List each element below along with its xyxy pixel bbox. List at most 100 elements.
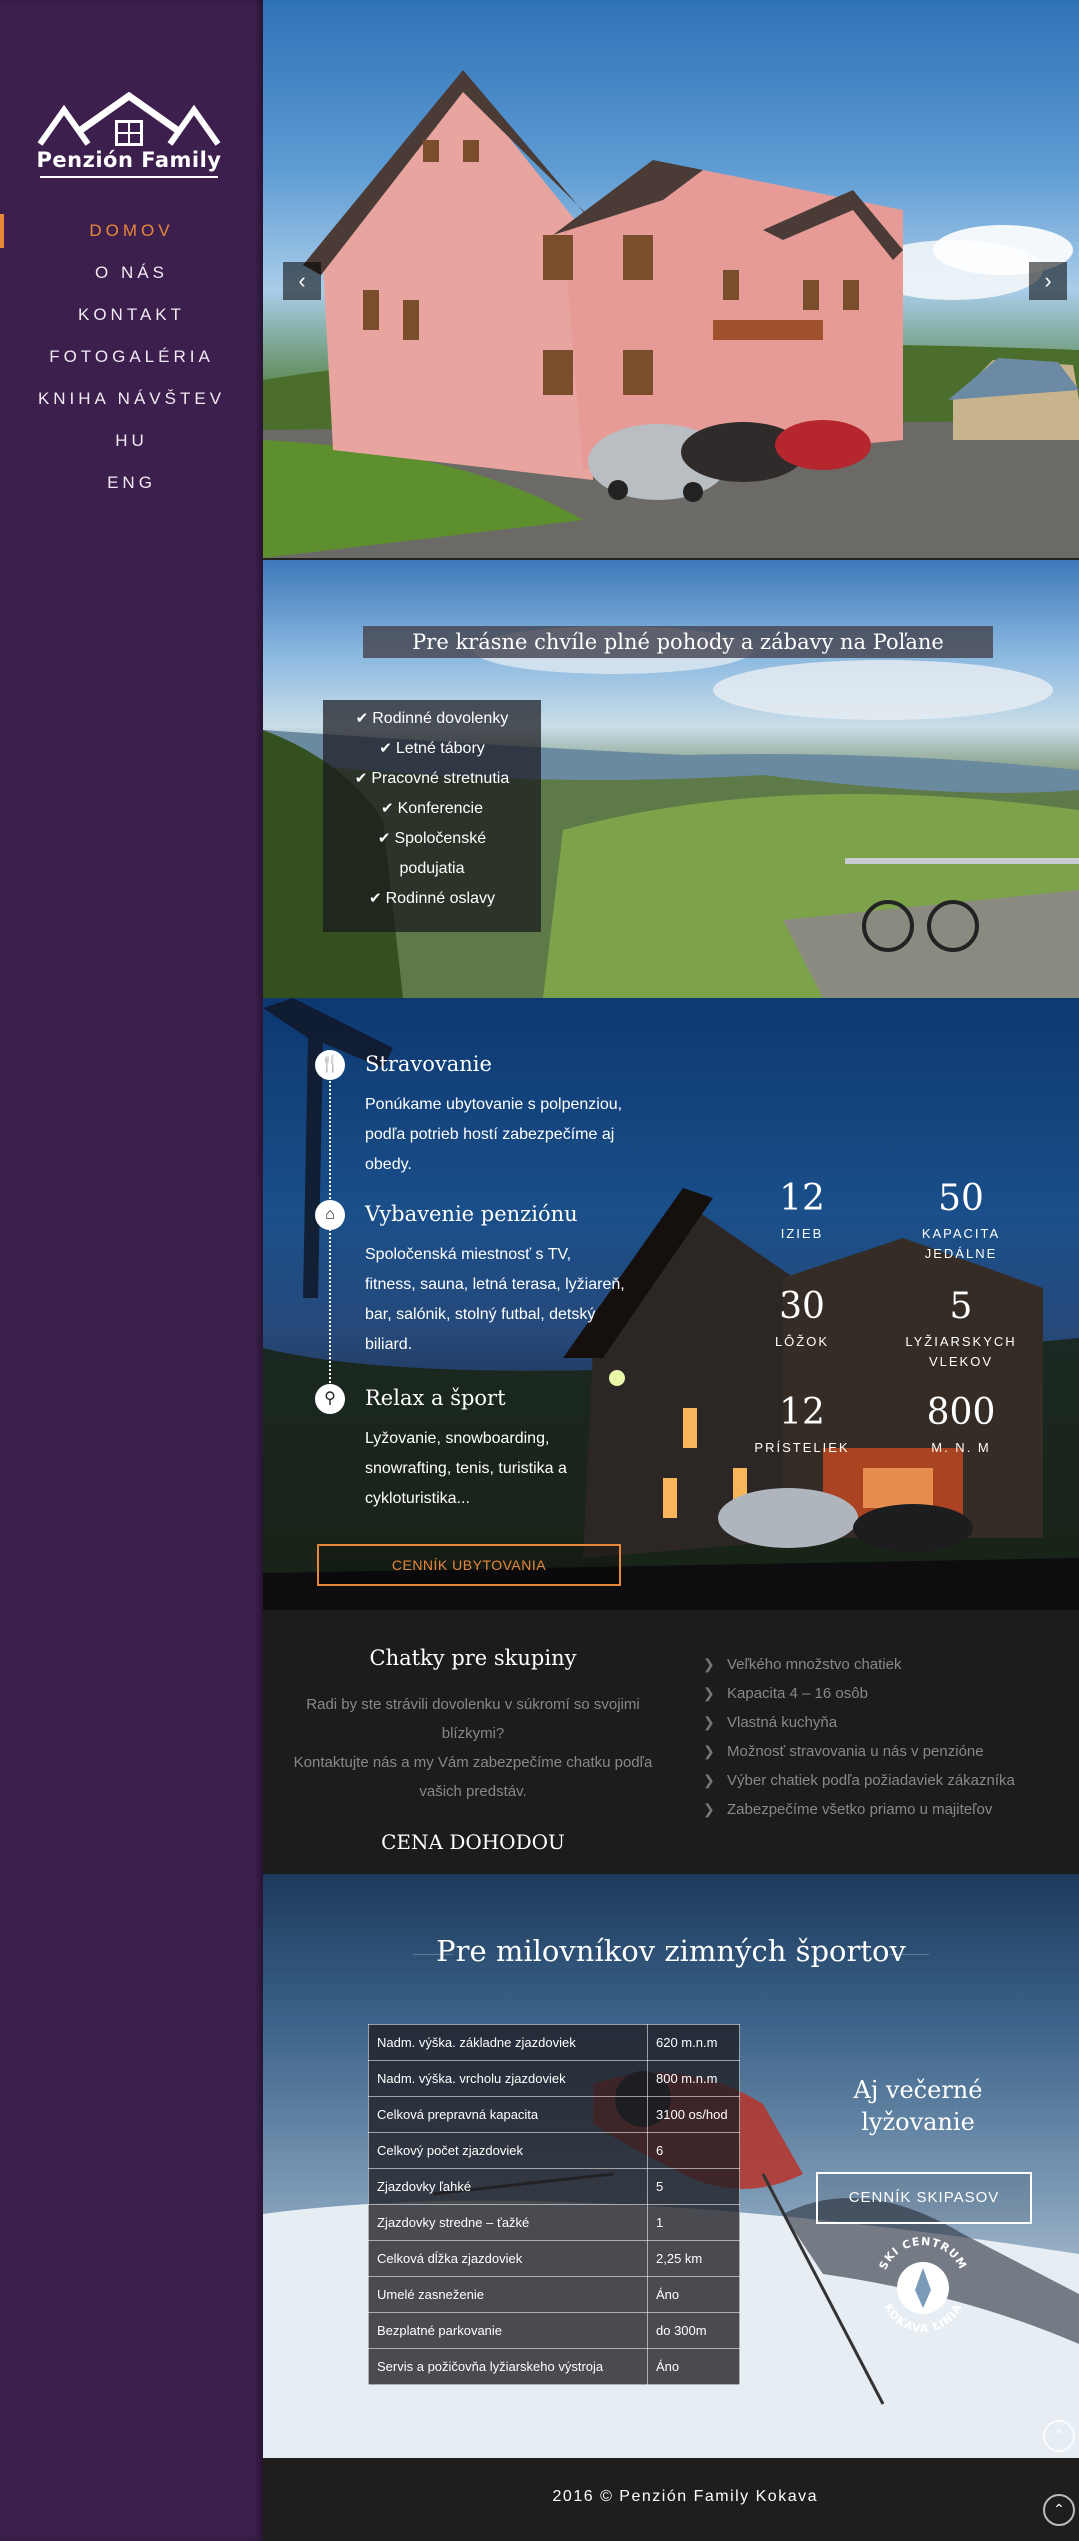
table-cell-value: 2,25 km — [647, 2240, 740, 2277]
slider-next-button[interactable]: › — [1029, 262, 1067, 300]
check-icon: ✔ — [377, 830, 391, 847]
chevron-right-icon: ❯ — [703, 1801, 715, 1817]
stat-number: 12 — [779, 1178, 825, 1219]
table-row: Nadm. výška. základne zjazdoviek 620 m.n.… — [368, 2024, 740, 2061]
table-row: Umelé zasneženie Áno — [368, 2276, 740, 2313]
table-cell-label: Celková dĺžka zjazdoviek — [368, 2240, 648, 2277]
nav-item-domov[interactable]: DOMOV — [0, 210, 263, 252]
table-row: Zjazdovky ľahké 5 — [368, 2168, 740, 2205]
title-decor-lines — [413, 1954, 929, 1955]
check-icon: ✔ — [355, 710, 369, 727]
chevron-right-icon: ❯ — [703, 1656, 715, 1672]
table-row: Servis a požičovňa lyžiarskeho výstroja Á… — [368, 2348, 740, 2385]
cottages-section: Chatky pre skupiny Radi by ste strávili … — [263, 1610, 1079, 1874]
table-cell-value: Áno — [647, 2348, 740, 2385]
cottages-title: Chatky pre skupiny — [369, 1646, 577, 1670]
list-item-continued: podujatia — [399, 860, 465, 877]
chevron-right-icon: ❯ — [703, 1685, 715, 1701]
cottages-desc-line: Radi by ste strávili dovolenku v súkromí… — [306, 1696, 640, 1742]
chevron-right-icon: ❯ — [703, 1772, 715, 1788]
table-row: Nadm. výška. vrcholu zjazdoviek 800 m.n.m — [368, 2060, 740, 2097]
main-nav: DOMOV O NÁS KONTAKT FOTOGALÉRIA KNIHA NÁ… — [0, 210, 263, 504]
family-section: Pre krásne chvíle plné pohody a zábavy n… — [263, 560, 1079, 998]
list-item: ✔ Rodinné dovolenky — [355, 710, 509, 727]
stat-dining-capacity: 50 KAPACITA JEDÁLNE — [891, 1178, 1031, 1264]
nav-item-kniha-navstev[interactable]: KNIHA NÁVŠTEV — [0, 378, 263, 420]
activity-list: ✔ Rodinné dovolenky ✔ Letné tábory ✔ Pracov… — [323, 700, 541, 932]
list-item: ❯ Vlastná kuchyňa — [703, 1708, 1063, 1737]
evening-skiing-heading: Aj večerné lyžovanie — [813, 2074, 1023, 2138]
nav-item-fotogaleria[interactable]: FOTOGALÉRIA — [0, 336, 263, 378]
slider-prev-button[interactable]: ‹ — [283, 262, 321, 300]
table-row: Celková prepravná kapacita 3100 os/hod — [368, 2096, 740, 2133]
table-cell-value: 3100 os/hod — [647, 2096, 740, 2133]
logo-underline — [40, 176, 218, 178]
nav-item-eng[interactable]: ENG — [0, 462, 263, 504]
chevron-right-icon: ❯ — [703, 1714, 715, 1730]
main-content: ‹ › Pre krásne chvíle plné pohody a zába… — [263, 0, 1079, 2541]
list-item: ❯ Výber chatiek podľa požiadaviek zákazní… — [703, 1766, 1063, 1795]
site-logo[interactable]: Penzión Family — [36, 91, 222, 182]
table-cell-value: 5 — [647, 2168, 740, 2205]
home-icon: ⌂ — [315, 1200, 345, 1230]
stat-beds: 30 LÔŽOK — [732, 1286, 872, 1352]
list-item: ❯ Možnosť stravovania u nás v penzióne — [703, 1737, 1063, 1766]
back-to-top-button[interactable]: ⌃ — [1043, 2494, 1075, 2526]
sidebar: Penzión Family DOMOV O NÁS KONTAKT FOTOG… — [0, 0, 263, 2541]
stat-label: M. N. M — [931, 1440, 991, 1455]
stat-label: IZIEB — [780, 1226, 824, 1241]
service-title-stravovanie: Stravovanie — [365, 1052, 492, 1076]
stat-number: 800 — [926, 1392, 996, 1433]
service-desc-vybavenie: Spoločenská miestnosť s TV, fitness, sau… — [365, 1246, 625, 1353]
cottages-desc-line: Kontaktujte nás a my Vám zabezpečíme cha… — [293, 1754, 653, 1800]
service-title-relax: Relax a šport — [365, 1386, 506, 1410]
stat-number: 5 — [949, 1286, 973, 1327]
table-cell-label: Zjazdovky ľahké — [368, 2168, 648, 2205]
table-cell-value: do 300m — [647, 2312, 740, 2349]
nav-item-hu[interactable]: HU — [0, 420, 263, 462]
cottages-description: Radi by ste strávili dovolenku v súkromí… — [273, 1690, 673, 1806]
stat-label: LYŽIARSKYCH VLEKOV — [905, 1334, 1017, 1369]
table-cell-value: 800 m.n.m — [647, 2060, 740, 2097]
cutlery-icon: 🍴 — [315, 1050, 345, 1080]
list-item: ❯ Kapacita 4 – 16 osôb — [703, 1679, 1063, 1708]
stat-number: 12 — [779, 1392, 825, 1433]
stat-ski-lifts: 5 LYŽIARSKYCH VLEKOV — [891, 1286, 1031, 1372]
family-banner: Pre krásne chvíle plné pohody a zábavy n… — [363, 626, 993, 658]
hero-slider: ‹ › — [263, 0, 1079, 558]
bicycle-icon: ⚲ — [315, 1384, 345, 1414]
check-icon: ✔ — [379, 740, 392, 757]
service-desc-stravovanie: Ponúkame ubytovanie s polpenziou, podľa … — [365, 1096, 623, 1173]
table-cell-label: Celková prepravná kapacita — [368, 2096, 648, 2133]
footer: 2016 © Penzión Family Kokava ⌃ — [263, 2458, 1079, 2541]
list-item: ✔ Pracovné stretnutia — [354, 770, 510, 787]
stat-label: PRÍSTELIEK — [754, 1440, 850, 1455]
ski-centrum-logo[interactable]: SKI CENTRUM KOKAVA LINIA — [871, 2230, 975, 2340]
evening-line: lyžovanie — [861, 2108, 975, 2136]
stat-rooms: 12 IZIEB — [732, 1178, 872, 1244]
cottages-price: CENA DOHODOU — [381, 1830, 565, 1854]
logo-text: Penzión Family — [36, 148, 222, 172]
table-cell-label: Bezplatné parkovanie — [368, 2312, 648, 2349]
chevron-right-icon: ❯ — [703, 1743, 715, 1759]
accommodation-price-button[interactable]: CENNÍK UBYTOVANIA — [317, 1544, 621, 1586]
nav-item-kontakt[interactable]: KONTAKT — [0, 294, 263, 336]
list-item: ❯ Zabezpečíme všetko priamo u majiteľov — [703, 1795, 1063, 1824]
table-cell-value: 620 m.n.m — [647, 2024, 740, 2061]
check-icon: ✔ — [369, 890, 382, 907]
stat-label: KAPACITA JEDÁLNE — [921, 1226, 1001, 1261]
winter-sports-section: Pre milovníkov zimných športov Nadm. výš… — [263, 1874, 1079, 2458]
list-item: ✔ Konferencie — [381, 800, 483, 817]
service-desc-relax: Lyžovanie, snowboarding, snowrafting, te… — [365, 1430, 567, 1507]
table-cell-value: 1 — [647, 2204, 740, 2241]
evening-line: Aj večerné — [853, 2076, 983, 2104]
scroll-up-icon[interactable]: ⌃ — [1043, 2420, 1075, 2452]
nav-item-o-nas[interactable]: O NÁS — [0, 252, 263, 294]
table-cell-value: 6 — [647, 2132, 740, 2169]
table-row: Celková dĺžka zjazdoviek 2,25 km — [368, 2240, 740, 2277]
skipass-price-button[interactable]: CENNÍK SKIPASOV — [816, 2172, 1032, 2224]
list-item: ✔ Letné tábory — [379, 740, 485, 757]
table-cell-value: Áno — [647, 2276, 740, 2313]
ski-resort-table: Nadm. výška. základne zjazdoviek 620 m.n.… — [368, 2024, 740, 2385]
table-row: Bezplatné parkovanie do 300m — [368, 2312, 740, 2349]
